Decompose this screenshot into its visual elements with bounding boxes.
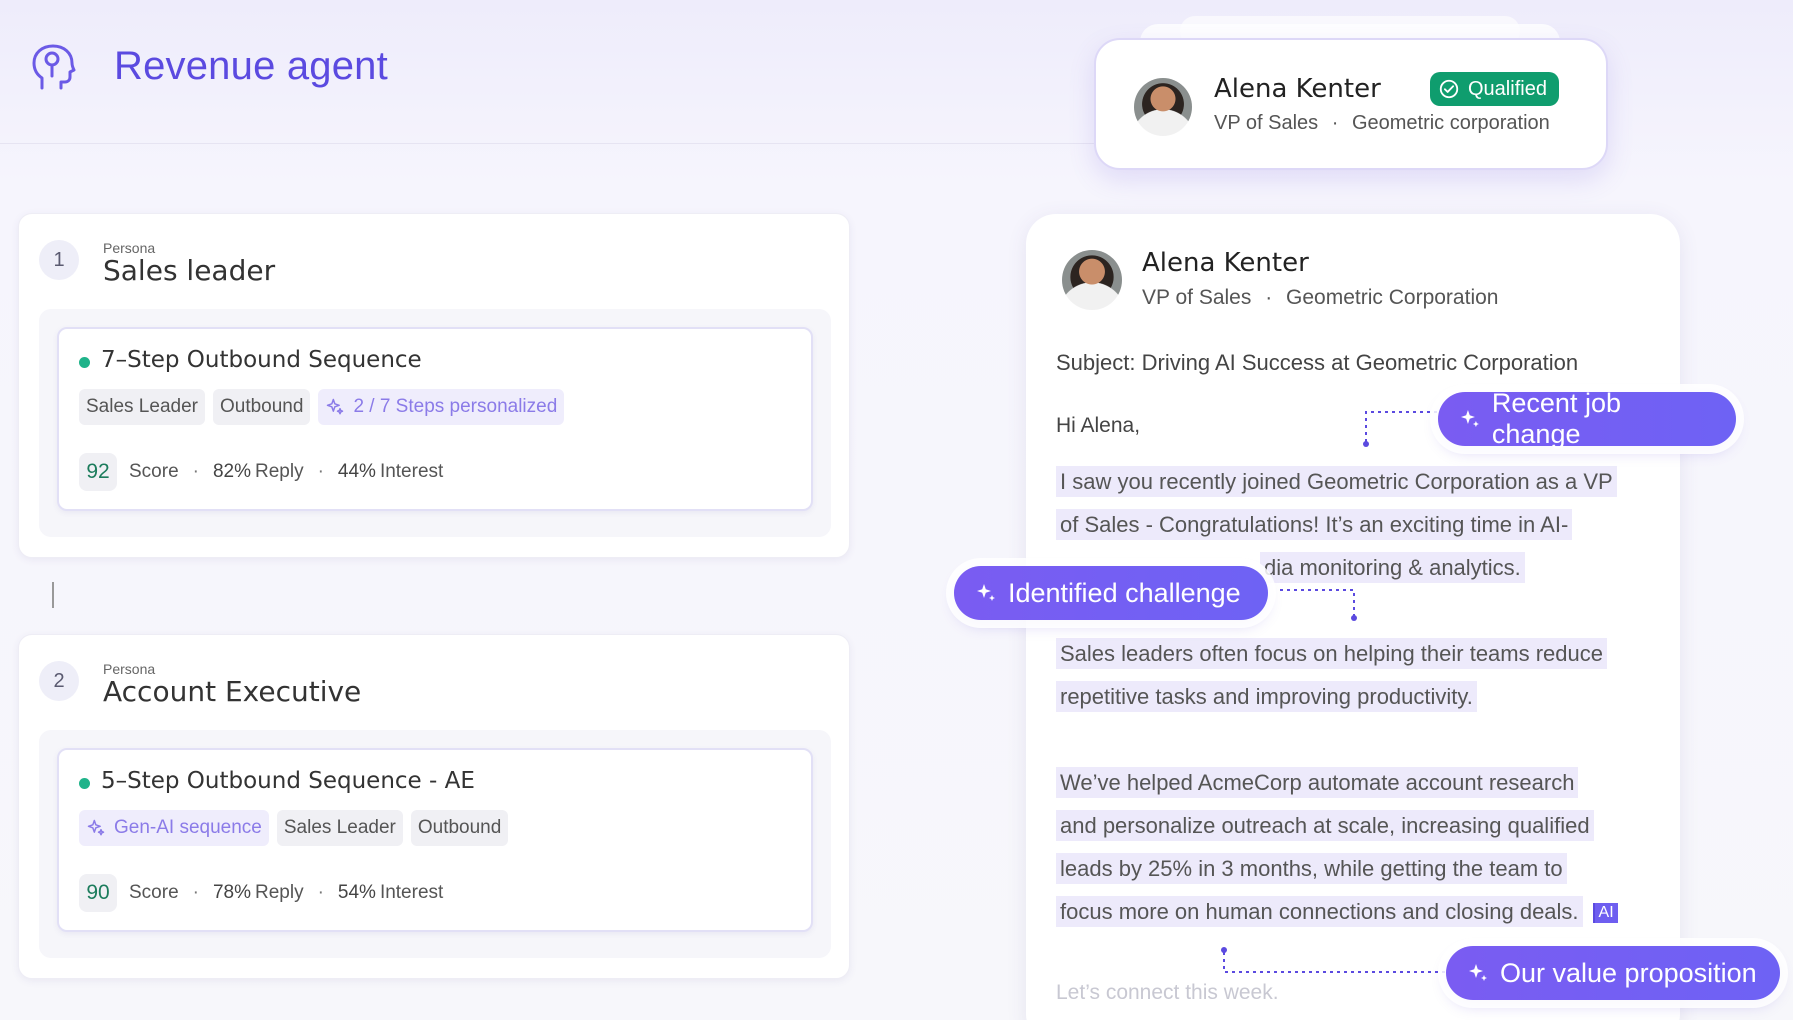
dotted-connector: [1280, 589, 1357, 621]
email-paragraph-value: We’ve helped AcmeCorp automate account r…: [1056, 761, 1666, 933]
sequence-container: 5–Step Outbound Sequence - AE Gen-AI seq…: [39, 730, 831, 958]
sequence-stats: 92 Score · 82% Reply · 44% Interest: [79, 453, 443, 491]
status-dot: [79, 778, 90, 789]
sequence-tags: Sales Leader Outbound 2 / 7 Steps person…: [79, 389, 565, 425]
contact-company: Geometric corporation: [1351, 112, 1550, 134]
recipient-company: Geometric Corporation: [1286, 286, 1499, 309]
sequence-title: 5–Step Outbound Sequence - AE: [101, 768, 475, 794]
recipient-name: Alena Kenter: [1142, 248, 1309, 278]
check-circle-icon: [1439, 79, 1459, 99]
head-circuit-icon: [32, 44, 76, 90]
sequence-card[interactable]: 7–Step Outbound Sequence Sales Leader Ou…: [57, 327, 813, 511]
subject-text: Driving AI Success at Geometric Corporat…: [1141, 350, 1579, 375]
status-dot: [79, 357, 90, 368]
interest-value: 54%: [337, 882, 376, 903]
email-closing: Let’s connect this week.: [1056, 981, 1279, 1004]
sequence-card[interactable]: 5–Step Outbound Sequence - AE Gen-AI seq…: [57, 748, 813, 932]
sparkle-icon: [87, 819, 105, 836]
tag-gen-ai-sequence: Gen-AI sequence: [79, 810, 269, 846]
ai-cursor-badge: AI: [1592, 903, 1618, 924]
callout-recent-job-change: Recent job change: [1438, 388, 1736, 449]
header-divider: [0, 143, 1240, 144]
reply-value: 82%: [212, 461, 251, 482]
callout-value-proposition: Our value proposition: [1446, 946, 1780, 1000]
email-subject: Subject: Driving AI Success at Geometric…: [1056, 350, 1578, 376]
persona-card-account-executive[interactable]: 2 Persona Account Executive 5–Step Outbo…: [18, 634, 850, 979]
email-greeting: Hi Alena,: [1056, 414, 1141, 437]
tag-sales-leader: Sales Leader: [79, 389, 205, 425]
sparkle-icon: [327, 398, 344, 415]
avatar: [1134, 78, 1192, 136]
revenue-agent-page: Revenue agent 1 Persona Sales leader 7–S…: [0, 0, 1793, 1020]
interest-label: Interest: [379, 461, 444, 482]
reply-label: Reply: [255, 461, 304, 482]
dotted-connector: [1363, 411, 1444, 447]
sequence-container: 7–Step Outbound Sequence Sales Leader Ou…: [39, 309, 831, 537]
persona-number: 1: [39, 240, 79, 280]
page-title: Revenue agent: [114, 44, 388, 88]
persona-number: 2: [39, 661, 79, 701]
tag-sales-leader: Sales Leader: [276, 810, 403, 846]
reply-value: 78%: [212, 882, 251, 903]
email-paragraph-challenge: Sales leaders often focus on helping the…: [1056, 632, 1666, 718]
tag-label: Gen-AI sequence: [114, 817, 262, 838]
callout-label: Recent job change: [1491, 388, 1621, 449]
persona-name: Sales leader: [103, 254, 276, 287]
persona-name: Account Executive: [103, 675, 362, 708]
score-value: 90: [79, 874, 117, 912]
tag-steps-personalized: 2 / 7 Steps personalized: [318, 389, 565, 425]
contact-card[interactable]: Alena Kenter Qualified VP of Sales · Geo…: [1094, 38, 1608, 170]
tag-label: 2 / 7 Steps personalized: [353, 396, 558, 417]
dotted-connector: [1221, 947, 1450, 973]
qualified-badge: Qualified: [1430, 72, 1559, 106]
subject-label: Subject:: [1056, 350, 1136, 375]
badge-label: Qualified: [1468, 77, 1547, 100]
sparkle-icon: [1460, 410, 1479, 427]
score-value: 92: [79, 453, 117, 491]
sequence-title: 7–Step Outbound Sequence: [101, 347, 422, 373]
contact-subtitle: VP of Sales · Geometric corporation: [1214, 112, 1550, 134]
reply-label: Reply: [255, 882, 304, 903]
avatar: [1062, 250, 1122, 310]
callout-label: Our value proposition: [1500, 957, 1757, 988]
persona-connector: [52, 582, 54, 608]
sparkle-icon: [977, 584, 995, 601]
callout-identified-challenge: Identified challenge: [954, 566, 1268, 620]
tag-outbound: Outbound: [212, 389, 311, 425]
persona-card-sales-leader[interactable]: 1 Persona Sales leader 7–Step Outbound S…: [18, 213, 850, 558]
sequence-stats: 90 Score · 78% Reply · 54% Interest: [79, 874, 443, 912]
recipient-title: VP of Sales: [1142, 286, 1252, 309]
contact-name: Alena Kenter: [1214, 74, 1381, 104]
recipient-subtitle: VP of Sales · Geometric Corporation: [1142, 286, 1499, 309]
interest-value: 44%: [337, 461, 376, 482]
callout-label: Identified challenge: [1008, 577, 1241, 608]
tag-outbound: Outbound: [410, 810, 509, 846]
score-label: Score: [129, 461, 179, 482]
sequence-tags: Gen-AI sequence Sales Leader Outbound: [79, 810, 509, 846]
sparkle-icon: [1469, 964, 1487, 981]
score-label: Score: [129, 882, 179, 903]
interest-label: Interest: [379, 882, 444, 903]
contact-title: VP of Sales: [1214, 112, 1319, 134]
